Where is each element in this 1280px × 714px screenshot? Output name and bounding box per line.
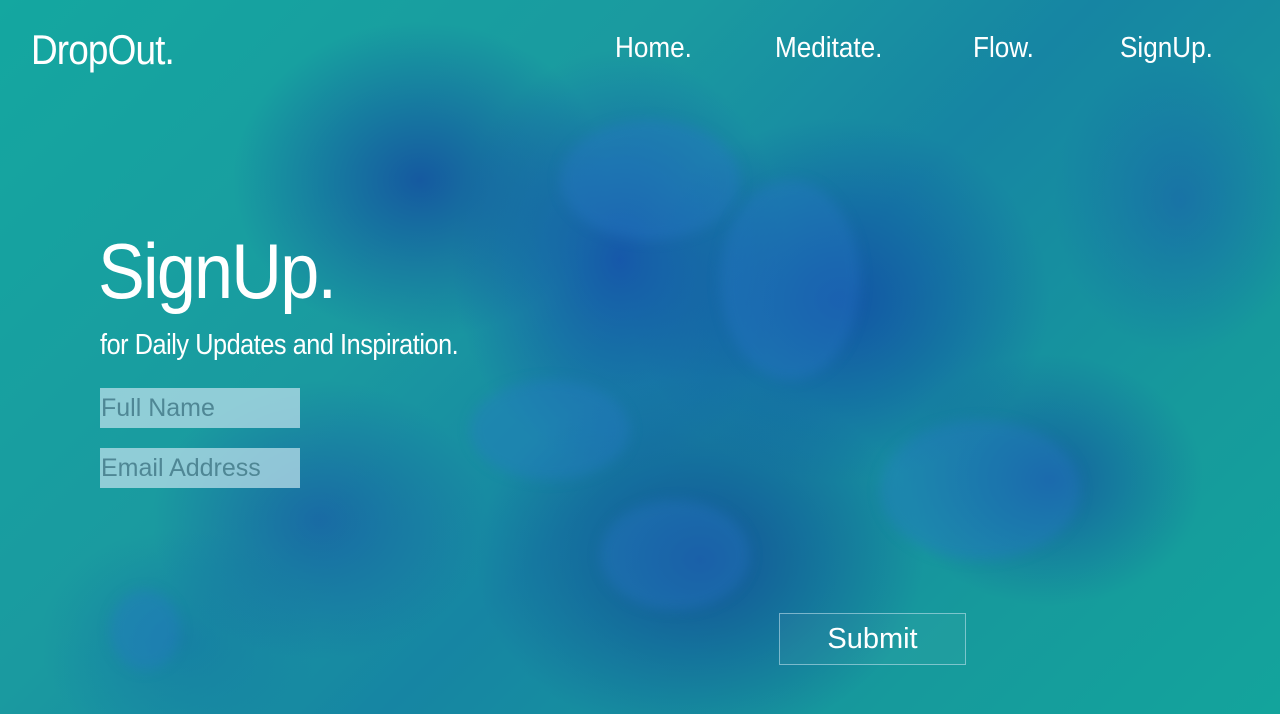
page-subtitle: for Daily Updates and Inspiration. — [100, 329, 459, 361]
nav-link-signup[interactable]: SignUp. — [1120, 32, 1213, 65]
submit-button[interactable]: Submit — [779, 613, 966, 665]
nav-link-flow[interactable]: Flow. — [973, 32, 1034, 65]
brand-logo[interactable]: DropOut. — [31, 26, 175, 74]
page-title: SignUp. — [98, 227, 337, 315]
nav-link-meditate[interactable]: Meditate. — [775, 32, 882, 65]
full-name-input[interactable] — [100, 388, 300, 428]
email-address-input[interactable] — [100, 448, 300, 488]
nav-link-home[interactable]: Home. — [615, 32, 692, 65]
top-navigation-bar: DropOut. Home. Meditate. Flow. SignUp. — [0, 0, 1280, 100]
